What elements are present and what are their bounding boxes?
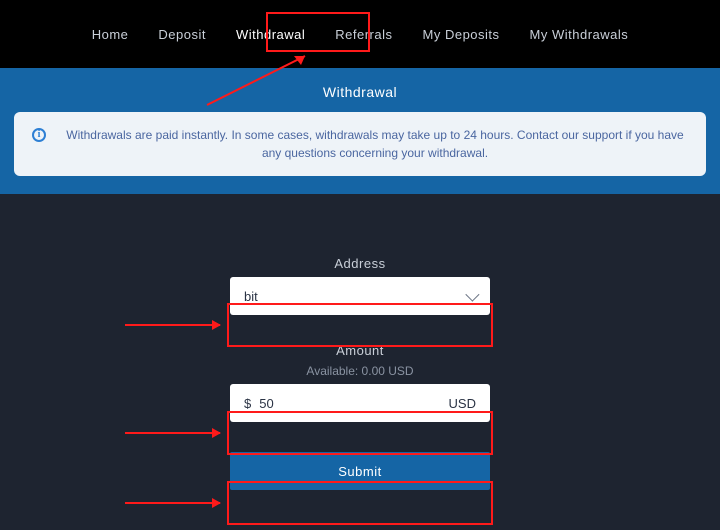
available-balance: Available: 0.00 USD — [230, 364, 490, 378]
currency-prefix: $ — [244, 396, 251, 411]
page-title: Withdrawal — [14, 84, 706, 100]
submit-button[interactable]: Submit — [230, 452, 490, 490]
annotation-arrow-submit — [125, 502, 220, 504]
page-banner: Withdrawal Withdrawals are paid instantl… — [0, 68, 720, 194]
nav-deposit[interactable]: Deposit — [156, 21, 208, 48]
address-selected-value: bit — [244, 289, 258, 304]
amount-input-wrapper[interactable]: $ USD — [230, 384, 490, 422]
nav-withdrawal[interactable]: Withdrawal — [234, 21, 307, 48]
amount-input[interactable] — [259, 396, 448, 411]
nav-referrals[interactable]: Referrals — [333, 21, 394, 48]
amount-label: Amount — [230, 343, 490, 358]
amount-field-group: Amount Available: 0.00 USD $ USD — [230, 343, 490, 422]
notice-text: Withdrawals are paid instantly. In some … — [62, 126, 688, 162]
chevron-down-icon — [465, 288, 479, 302]
address-select[interactable]: bit — [230, 277, 490, 315]
nav-my-withdrawals[interactable]: My Withdrawals — [528, 21, 631, 48]
nav-my-deposits[interactable]: My Deposits — [421, 21, 502, 48]
address-label: Address — [230, 256, 490, 271]
info-notice: Withdrawals are paid instantly. In some … — [14, 112, 706, 176]
nav-home[interactable]: Home — [90, 21, 131, 48]
top-nav: Home Deposit Withdrawal Referrals My Dep… — [0, 0, 720, 68]
withdrawal-form: Address bit Amount Available: 0.00 USD $… — [0, 194, 720, 490]
address-field-group: Address bit — [230, 256, 490, 315]
currency-suffix: USD — [449, 396, 476, 411]
info-icon — [32, 128, 46, 142]
